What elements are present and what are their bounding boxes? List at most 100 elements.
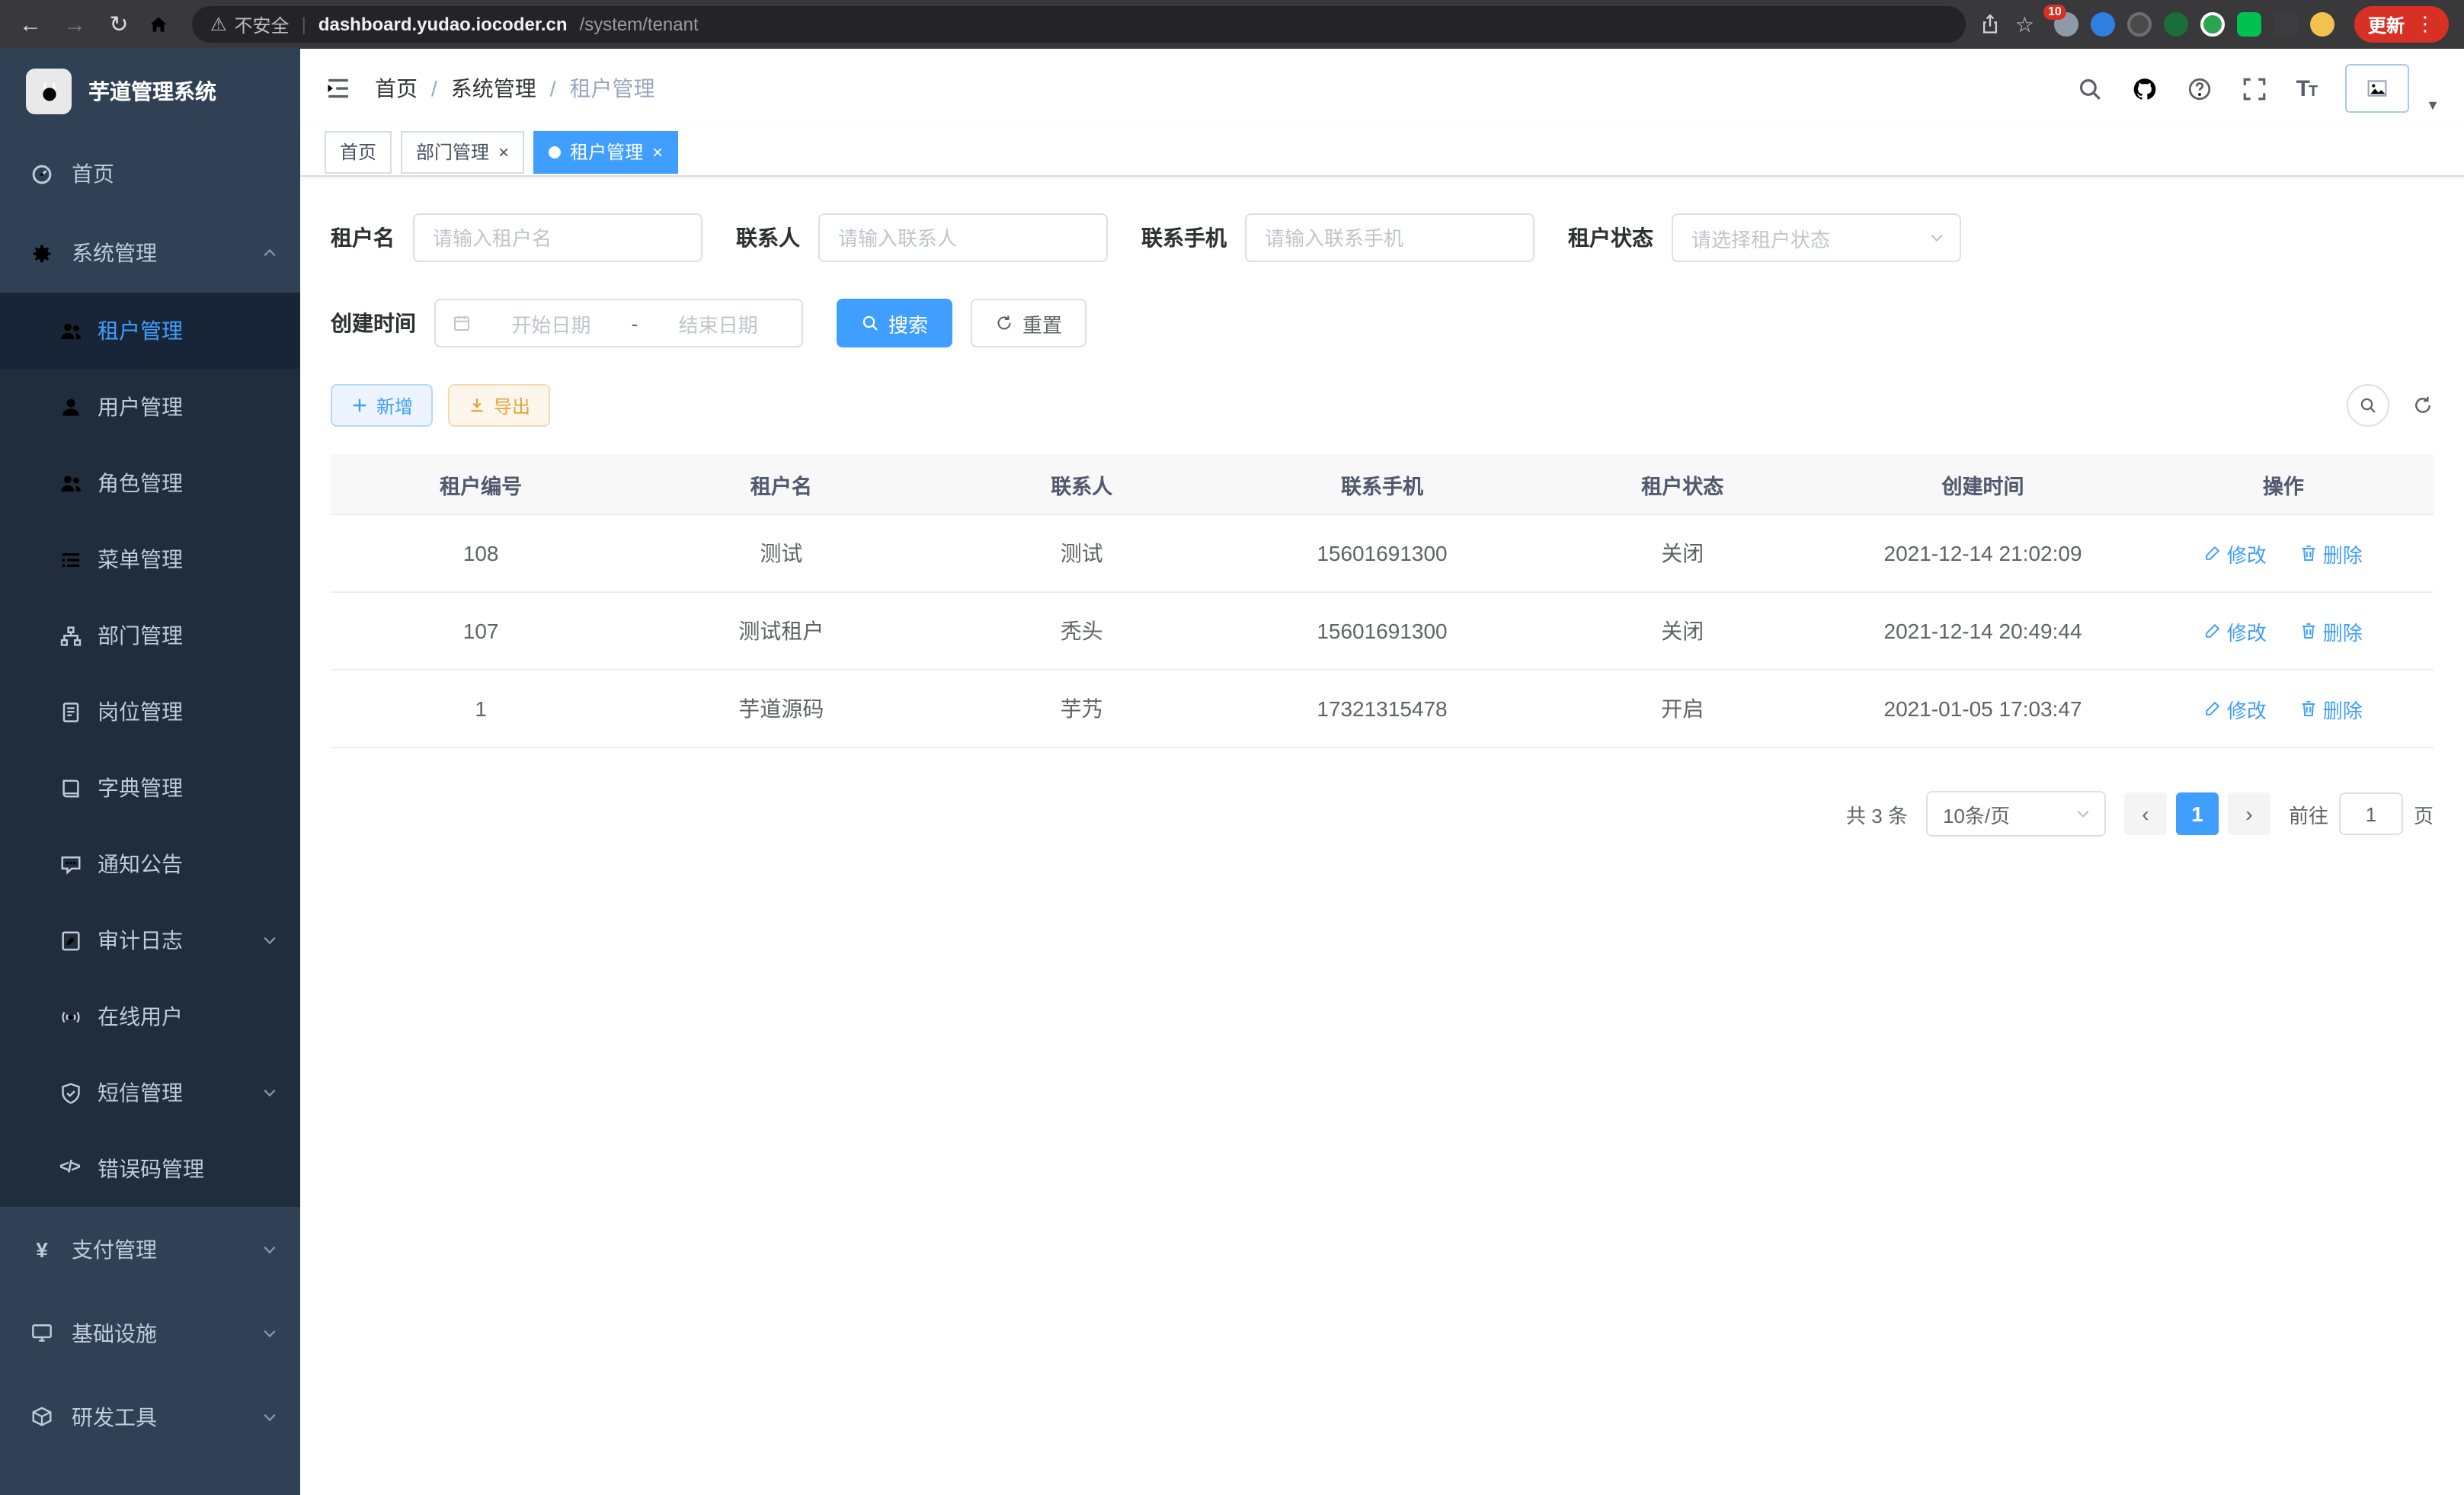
sidebar-item-sms[interactable]: 短信管理 (0, 1055, 300, 1131)
refresh-table-button[interactable] (2412, 395, 2434, 416)
export-button-label: 导出 (494, 392, 530, 418)
delete-link[interactable]: 删除 (2300, 616, 2363, 645)
share-icon[interactable] (1980, 14, 2002, 35)
edit-link[interactable]: 修改 (2204, 694, 2267, 723)
tab-label: 部门管理 (416, 139, 489, 165)
sidebar-item-audit-log[interactable]: 审计日志 (0, 902, 300, 978)
sidebar-collapse-icon[interactable] (325, 75, 352, 102)
sidebar-item-devtools[interactable]: 研发工具 (0, 1375, 300, 1458)
bookmark-star-icon[interactable]: ☆ (2015, 11, 2034, 37)
sidebar-item-online-user[interactable]: 在线用户 (0, 978, 300, 1055)
close-icon[interactable]: × (652, 142, 663, 161)
edit-link[interactable]: 修改 (2204, 539, 2267, 568)
font-size-icon[interactable]: TT (2296, 75, 2317, 101)
delete-link[interactable]: 删除 (2300, 694, 2363, 723)
fullscreen-icon[interactable] (2242, 75, 2267, 101)
sidebar-item-menu[interactable]: 菜单管理 (0, 521, 300, 597)
search-button[interactable]: 搜索 (837, 299, 952, 347)
breadcrumb-home[interactable]: 首页 (375, 73, 418, 104)
search-icon[interactable] (2077, 75, 2103, 101)
chevron-down-icon (261, 1407, 279, 1426)
sidebar-item-home[interactable]: 首页 (0, 134, 300, 213)
extension-icon-7[interactable] (2274, 12, 2298, 37)
col-tenant-name: 租户名 (631, 454, 931, 514)
tenant-status-select[interactable]: 请选择租户状态 (1672, 213, 1961, 262)
sidebar-item-role[interactable]: 角色管理 (0, 445, 300, 521)
date-range-picker[interactable]: 开始日期 - 结束日期 (434, 299, 803, 347)
table-header-row: 租户编号 租户名 联系人 联系手机 租户状态 创建时间 操作 (331, 454, 2434, 514)
extension-icon-8[interactable] (2310, 12, 2334, 37)
page-size-select[interactable]: 10条/页 (1926, 791, 2106, 837)
reset-button[interactable]: 重置 (971, 299, 1086, 347)
tab-dept[interactable]: 部门管理 × (401, 130, 524, 173)
sidebar-item-dept[interactable]: 部门管理 (0, 597, 300, 674)
app-logo[interactable]: 芋道管理系统 (0, 49, 300, 134)
breadcrumb-system[interactable]: 系统管理 (451, 73, 536, 104)
reset-button-label: 重置 (1022, 309, 1062, 338)
sidebar-item-label: 研发工具 (72, 1401, 157, 1432)
goto-page-input[interactable] (2339, 792, 2403, 835)
delete-link[interactable]: 删除 (2300, 539, 2363, 568)
tree-icon (59, 624, 82, 647)
edit-link[interactable]: 修改 (2204, 616, 2267, 645)
browser-back-icon[interactable]: ← (15, 11, 46, 37)
phone-input[interactable] (1245, 213, 1534, 262)
cell-created: 2021-12-14 21:02:09 (1832, 514, 2133, 592)
security-warning[interactable]: ⚠ 不安全 (210, 11, 290, 37)
cell-status: 关闭 (1532, 514, 1832, 592)
help-icon[interactable] (2187, 75, 2213, 101)
avatar-caret-icon[interactable]: ▼ (2426, 98, 2440, 113)
add-button[interactable]: 新增 (331, 384, 433, 427)
browser-home-icon[interactable] (148, 14, 178, 35)
chevron-down-icon (261, 1084, 279, 1102)
address-bar[interactable]: ⚠ 不安全 | dashboard.yudao.iocoder.cn/syste… (192, 6, 1966, 43)
tab-home[interactable]: 首页 (325, 130, 392, 173)
browser-reload-icon[interactable]: ↻ (104, 11, 134, 38)
logo-avatar (26, 69, 72, 114)
close-icon[interactable]: × (498, 142, 509, 161)
browser-update-button[interactable]: 更新 ⋮ (2354, 6, 2449, 43)
sidebar-item-dict[interactable]: 字典管理 (0, 750, 300, 826)
extension-icon-4[interactable] (2164, 12, 2188, 37)
create-time-label: 创建时间 (331, 308, 416, 338)
col-actions: 操作 (2133, 454, 2434, 514)
url-host: dashboard.yudao.iocoder.cn (318, 14, 568, 35)
tree-table-icon (59, 548, 82, 571)
toggle-search-button[interactable] (2347, 384, 2389, 427)
extension-icon-1[interactable]: 10 (2054, 12, 2078, 37)
sidebar-item-tenant[interactable]: 租户管理 (0, 293, 300, 369)
edit-label: 修改 (2227, 694, 2267, 723)
browser-menu-icon[interactable]: ⋮ (2415, 12, 2435, 37)
next-page-button[interactable]: › (2228, 792, 2270, 835)
extension-icon-3[interactable] (2127, 12, 2152, 37)
extension-icon-5[interactable] (2200, 12, 2225, 37)
github-icon[interactable] (2132, 75, 2158, 101)
export-button[interactable]: 导出 (448, 384, 550, 427)
trash-icon (2300, 699, 2318, 718)
sidebar-item-payment[interactable]: ¥ 支付管理 (0, 1207, 300, 1291)
phone-label: 联系手机 (1141, 222, 1227, 253)
tenant-name-input[interactable] (413, 213, 702, 262)
sidebar-item-user[interactable]: 用户管理 (0, 369, 300, 445)
col-phone: 联系手机 (1232, 454, 1532, 514)
filter-form-row-2: 创建时间 开始日期 - 结束日期 搜索 (331, 299, 2434, 347)
contact-input[interactable] (818, 213, 1108, 262)
sidebar-item-post[interactable]: 岗位管理 (0, 674, 300, 750)
extension-icon-2[interactable] (2091, 12, 2115, 37)
current-page-button[interactable]: 1 (2176, 792, 2219, 835)
sidebar-item-label: 支付管理 (72, 1234, 157, 1264)
sidebar-item-system[interactable]: 系统管理 (0, 213, 300, 293)
sidebar-item-notice[interactable]: 通知公告 (0, 826, 300, 902)
extension-icon-6[interactable] (2237, 12, 2261, 37)
pagination: 共 3 条 10条/页 ‹ 1 › 前往 页 (331, 791, 2434, 837)
edit-label: 修改 (2227, 616, 2267, 645)
avatar[interactable] (2345, 64, 2409, 113)
refresh-icon (2412, 395, 2434, 416)
goto-label: 前往 (2289, 799, 2328, 828)
sidebar-item-errcode[interactable]: </> 错误码管理 (0, 1131, 300, 1207)
browser-forward-icon[interactable]: → (59, 11, 90, 37)
sidebar-item-infra[interactable]: 基础设施 (0, 1291, 300, 1375)
page-content: 租户名 联系人 联系手机 租户状态 请选择租户状态 (300, 177, 2464, 1495)
prev-page-button[interactable]: ‹ (2124, 792, 2167, 835)
tab-tenant[interactable]: 租户管理 × (533, 130, 678, 173)
